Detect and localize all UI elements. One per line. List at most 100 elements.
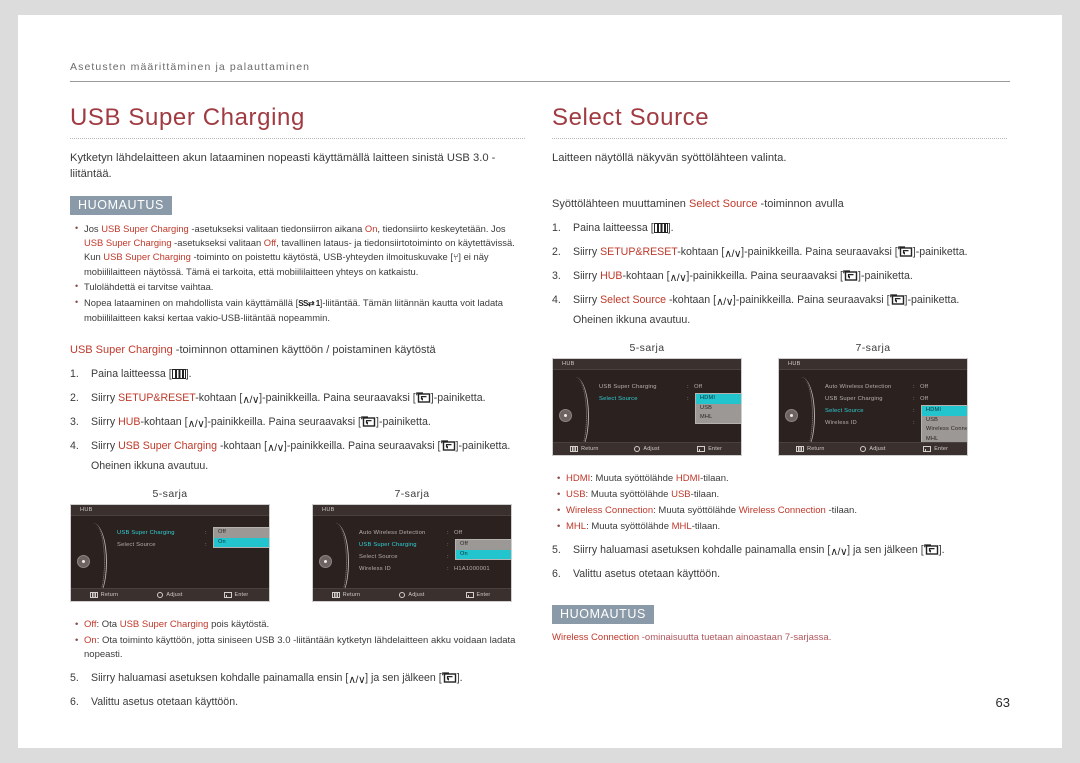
inline-text: -kohtaan [ [195,392,243,405]
osd-option[interactable]: HDMI [922,406,967,416]
osd-enter-action[interactable]: Enter [445,592,511,599]
menu-key-icon [171,369,186,380]
title-divider [70,137,525,139]
option-item: Wireless Connection: Muuta syöttölähde W… [557,504,1007,518]
osd-item-label: USB Super Charging [117,530,175,537]
osd-adjust-action[interactable]: Adjust [379,592,445,599]
step-text: Siirry HUB-kohtaan [∧/∨]-painikkeilla. P… [573,270,913,284]
osd-screen-7-left: HUB Auto Wireless Detection: Off USB Super … [312,504,512,603]
inline-term: HUB [600,270,623,282]
osd-option[interactable]: Off [456,540,511,550]
osd-return-action[interactable]: Return [553,446,616,452]
enter-key-icon [923,544,939,555]
osd-action-label: Return [581,446,599,452]
osd-menu-item[interactable]: USB Super Charging: Off [825,393,967,405]
osd-menu-item[interactable]: Auto Wireless Detection: Off [359,527,511,539]
osd-option[interactable]: On [456,549,511,560]
osd-action-label: Enter [476,592,491,599]
osd-option[interactable]: Wireless Connection [922,425,967,435]
inline-text: ]-painikkeilla. Paina seuraavaksi [ [732,294,890,306]
breadcrumb: Asetusten määrittäminen ja palauttaminen [70,61,311,73]
inline-text: : Muuta syöttölähde [653,505,739,516]
option-item: On: Ota toiminto käyttöön, jotta sinisee… [75,634,525,662]
inline-text: ]-painikkeilla. Paina seuraavaksi [ [283,440,441,453]
inline-text: ]-painiketta. [858,270,913,282]
osd-item-colon: : [205,530,207,537]
inline-text: ]-painikkeilla. Paina seuraavaksi [ [741,246,898,258]
intro-text-left: Kytketyn lähdelaitteen akun lataaminen n… [70,152,496,180]
osd-return-action[interactable]: Return [71,592,137,599]
inline-text: -tilaan. [825,505,857,516]
osd-item-label: Auto Wireless Detection [359,530,426,537]
osd-option-popup[interactable]: Off On [213,527,269,549]
osd-option[interactable]: HDMI [696,394,741,404]
step-item: Siirry HUB-kohtaan [∧/∨]-painikkeilla. P… [552,269,1007,284]
inline-text: -asetukseksi valitaan [171,236,264,248]
osd-option-popup[interactable]: HDMI USB MHL [695,393,741,424]
step-item: Valittu asetus otetaan käyttöön. [70,695,525,710]
inline-text: ]-painikkeilla. Paina seuraavaksi [ [204,416,362,429]
osd-return-action[interactable]: Return [313,592,379,599]
enter-key-icon [897,246,913,257]
inline-text: ]. [185,368,192,381]
inline-term: USB Super Charging [119,619,209,631]
osd-caption-7-left: 7-sarja [394,488,430,501]
osd-item-label: USB Super Charging [599,384,657,390]
osd-action-label: Enter [708,446,723,452]
osd-action-label: Return [342,592,361,599]
osd-menu-item[interactable]: Auto Wireless Detection: Off [825,381,967,393]
inline-text: Kun [84,251,104,263]
osd-action-label: Return [807,446,825,452]
usb-superspeed-icon: SS⇄ 1 [298,298,320,308]
step-text: Valittu asetus otetaan käyttöön. [573,568,720,580]
step-item: Siirry HUB-kohtaan [∧/∨]-painikkeilla. P… [70,415,525,430]
enter-key-icon [361,416,376,427]
osd-option[interactable]: USB [696,404,741,414]
inline-term: SETUP&RESET [600,246,678,258]
osd-option[interactable]: MHL [696,413,741,423]
osd-option-popup[interactable]: HDMIUSBWireless ConnectionMHL [921,405,967,445]
osd-item-label: Wireless ID [359,566,391,573]
inline-text: Paina laitteessa [ [573,222,654,234]
inline-term: USB Super Charging [103,251,191,263]
osd-menu-item[interactable]: Wireless ID: H1A1000001 [359,563,511,575]
osd-enter-action[interactable]: Enter [203,592,269,599]
osd-option-popup[interactable]: Off On [455,539,511,561]
inline-text: -kohtaan [ [622,270,670,282]
inline-term: USB Super Charging [84,236,172,248]
inline-text: -toiminnon ottaminen käyttöön / poistami… [172,344,436,357]
osd-row-right: 5-sarja HUB USB Super Charging: Off Select … [552,342,1007,462]
inline-text: ] ja sen jälkeen [ [365,672,442,685]
option-item: HDMI: Muuta syöttölähde HDMI-tilaan. [557,472,1007,486]
step-subtext: Oheinen ikkuna avautuu. [573,314,691,326]
menu-key-icon [653,223,668,233]
osd-return-action[interactable]: Return [779,446,842,452]
osd-item-value: Off [694,384,703,390]
osd-option[interactable]: On [214,537,269,548]
inline-text: ]-painiketta. [430,392,486,405]
osd-enter-action[interactable]: Enter [904,446,967,452]
inline-text: pois käytöstä. [208,619,270,631]
step-item: Paina laitteessa []. [552,221,1007,236]
inline-text: Siirry haluamasi asetuksen kohdalle pain… [573,544,831,556]
osd-screen-5-right: HUB USB Super Charging: Off Select Source: H… [552,358,742,456]
option-list-right: HDMI: Muuta syöttölähde HDMI-tilaan.USB:… [552,472,1007,534]
osd-adjust-action[interactable]: Adjust [842,446,905,452]
osd-option[interactable]: Off [214,528,269,538]
option-item: Off: Ota USB Super Charging pois käytöst… [75,618,525,632]
osd-item-colon: : [687,384,689,390]
inline-term: Off [84,619,97,631]
osd-option[interactable]: USB [922,416,967,426]
osd-5-series-right: 5-sarja HUB USB Super Charging: Off Select … [552,342,742,456]
note-item: Jos USB Super Charging -asetukseksi vali… [75,222,525,278]
osd-adjust-action[interactable]: Adjust [137,592,203,599]
osd-item-label: Select Source [599,396,638,402]
osd-menu-item[interactable]: USB Super Charging: Off [599,381,741,393]
inline-term: Wireless Connection [552,632,640,643]
osd-item-value: Off [920,384,929,390]
manual-page: Asetusten määrittäminen ja palauttaminen… [18,15,1062,748]
osd-action-label: Enter [234,592,249,599]
dial-icon [634,446,641,452]
osd-enter-action[interactable]: Enter [678,446,741,452]
osd-adjust-action[interactable]: Adjust [616,446,679,452]
